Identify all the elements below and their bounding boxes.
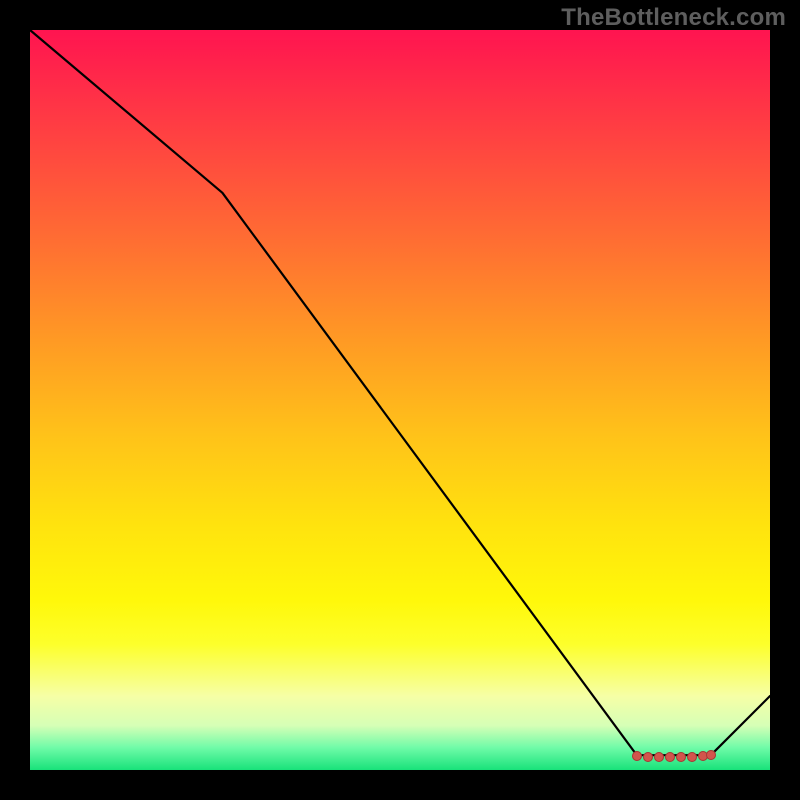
plot-area: [30, 30, 770, 770]
data-marker: [632, 751, 642, 761]
data-marker: [654, 752, 664, 762]
chart-stage: TheBottleneck.com: [0, 0, 800, 800]
marker-layer: [30, 30, 770, 770]
data-marker: [706, 750, 716, 760]
data-marker: [665, 752, 675, 762]
data-marker: [676, 752, 686, 762]
data-marker: [643, 752, 653, 762]
data-marker: [687, 752, 697, 762]
watermark-text: TheBottleneck.com: [561, 4, 786, 32]
